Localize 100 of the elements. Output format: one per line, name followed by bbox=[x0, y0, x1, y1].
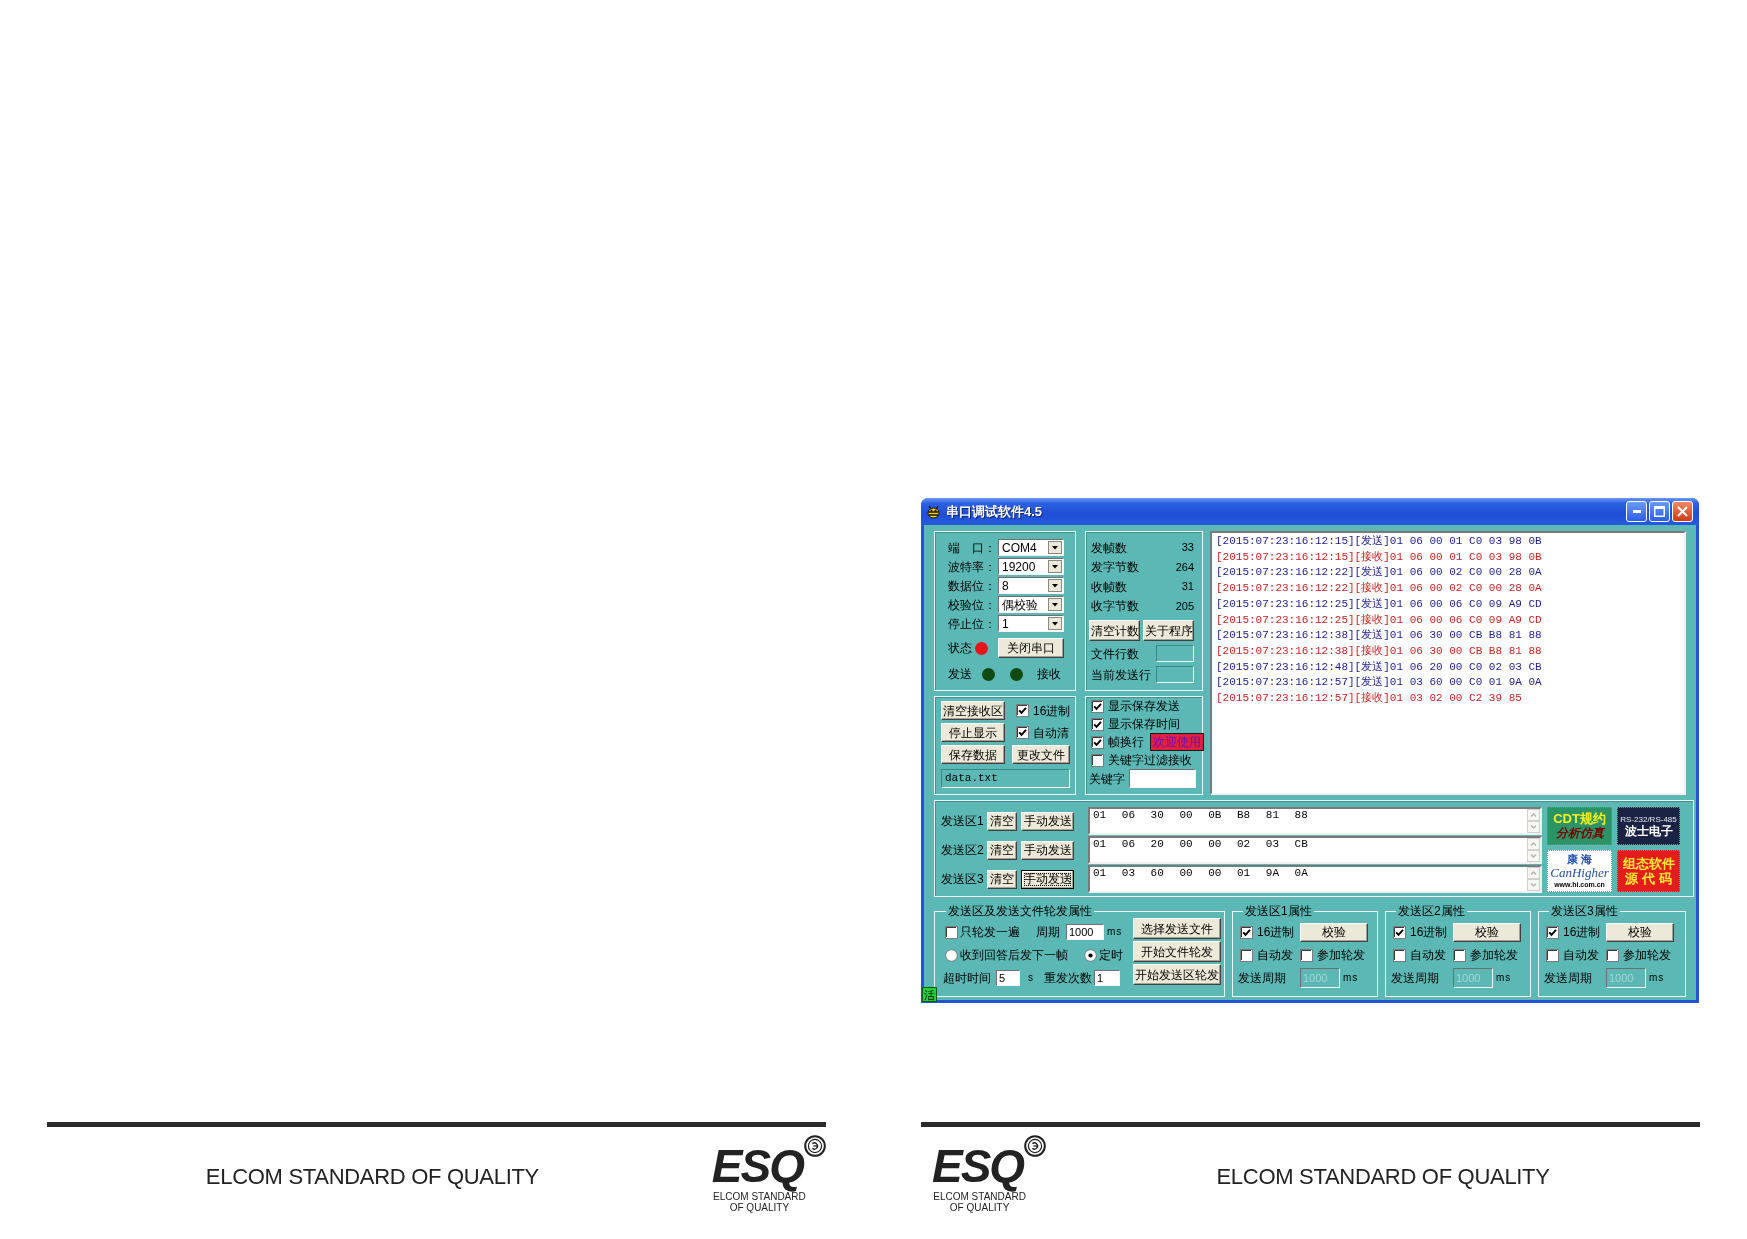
checkbox[interactable] bbox=[1300, 948, 1313, 962]
log-line: [2015:07:23:16:12:22][发送]01 06 00 02 C0 00 28 0A bbox=[1216, 565, 1542, 581]
log-line: [2015:07:23:16:12:15][接收]01 06 00 01 C0 03 98 0B bbox=[1216, 549, 1542, 565]
counter-label: 发字节数 bbox=[1091, 560, 1139, 575]
checkbox[interactable] bbox=[1091, 699, 1104, 713]
readout-field[interactable] bbox=[1156, 645, 1194, 662]
logo-wordmark: ESQ bbox=[931, 1139, 1025, 1192]
scrollbar[interactable] bbox=[1527, 838, 1540, 862]
checkbox-label: 参加轮发 bbox=[1470, 948, 1518, 962]
send-area-label: 发送区2 bbox=[941, 843, 985, 857]
checkbox[interactable] bbox=[1091, 753, 1104, 767]
logo-caption: ELCOM STANDARD bbox=[933, 1191, 1026, 1202]
minimize-icon bbox=[1632, 510, 1641, 513]
dropdown[interactable]: 1 bbox=[998, 615, 1064, 632]
counter-value: 33 bbox=[1181, 541, 1194, 555]
caret-icon[interactable] bbox=[1048, 541, 1062, 554]
counter-value: 31 bbox=[1181, 580, 1194, 594]
close-button[interactable] bbox=[1672, 501, 1693, 522]
unit-label: s bbox=[1028, 972, 1034, 984]
checkbox[interactable] bbox=[1546, 948, 1559, 962]
window-title: 串口调试软件4.5 bbox=[946, 503, 1043, 520]
maximize-icon bbox=[1654, 506, 1665, 517]
save-data-button[interactable]: 保存数据 bbox=[941, 745, 1005, 764]
checkbox[interactable] bbox=[1606, 948, 1619, 962]
checkbox[interactable] bbox=[1240, 925, 1253, 939]
minimize-button[interactable] bbox=[1626, 501, 1647, 522]
scrollbar[interactable] bbox=[1527, 867, 1540, 891]
caret-icon[interactable] bbox=[1048, 579, 1062, 592]
radio-button[interactable] bbox=[945, 948, 958, 962]
scrollbar[interactable] bbox=[1527, 809, 1540, 833]
log-line: [2015:07:23:16:12:57][接收]01 03 02 00 C2 39 85 bbox=[1216, 691, 1522, 707]
dropdown[interactable]: 8 bbox=[998, 577, 1064, 594]
clear-counts-button[interactable]: 清空计数 bbox=[1089, 620, 1140, 641]
caret-icon[interactable] bbox=[1048, 560, 1062, 573]
close-icon bbox=[1677, 506, 1688, 517]
retries-field[interactable]: 1 bbox=[1094, 970, 1120, 986]
group-title: 发送区及发送文件轮发属性 bbox=[947, 904, 1093, 918]
keyword-label: 关键字 bbox=[1089, 771, 1125, 786]
checkbox[interactable] bbox=[1091, 717, 1104, 731]
unit-label: ms bbox=[1649, 972, 1665, 984]
logo-caption: OF QUALITY bbox=[729, 1202, 790, 1213]
footer-text: ELCOM STANDARD OF QUALITY bbox=[1216, 1166, 1550, 1188]
send-data-field[interactable]: 01 06 20 00 00 02 03 CB bbox=[1088, 836, 1542, 864]
send-button[interactable]: 手动发送 bbox=[1021, 840, 1074, 860]
log-line: [2015:07:23:16:12:57][发送]01 03 60 00 C0 01 9A 0A bbox=[1216, 675, 1542, 691]
checkbox[interactable] bbox=[1546, 925, 1559, 939]
checkbox[interactable] bbox=[1016, 704, 1029, 717]
maximize-button[interactable] bbox=[1649, 501, 1670, 522]
change-file-button[interactable]: 更改文件 bbox=[1012, 745, 1070, 764]
select-file-button[interactable]: 选择发送文件 bbox=[1133, 918, 1221, 939]
checkbox[interactable] bbox=[1393, 948, 1406, 962]
checkbox-label: 16进制 bbox=[1410, 925, 1448, 939]
checkbox[interactable] bbox=[1240, 948, 1253, 962]
send-data-field[interactable]: 01 06 30 00 0B B8 81 88 bbox=[1088, 807, 1542, 835]
log-line: [2015:07:23:16:12:38][发送]01 06 30 00 CB B8 81 88 bbox=[1216, 628, 1542, 644]
checkbox-label: 帧换行 bbox=[1108, 735, 1144, 749]
verify-button[interactable]: 校验 bbox=[1300, 922, 1368, 942]
radio-button[interactable] bbox=[1084, 948, 1097, 962]
keyword-field[interactable] bbox=[1129, 769, 1196, 788]
send-button[interactable]: 手动发送 bbox=[1021, 811, 1074, 831]
status-badge: 活 bbox=[922, 987, 937, 1002]
start-area-cycle-button[interactable]: 开始发送区轮发 bbox=[1133, 964, 1221, 985]
checkbox-label: 自动发 bbox=[1257, 948, 1293, 962]
verify-button[interactable]: 校验 bbox=[1453, 922, 1521, 942]
period-field[interactable]: 1000 bbox=[1066, 924, 1104, 940]
filename-field[interactable]: data.txt bbox=[941, 769, 1070, 788]
clear-receive-button[interactable]: 清空接收区 bbox=[941, 701, 1005, 720]
field-label: 发送周期 bbox=[1238, 971, 1287, 985]
start-file-cycle-button[interactable]: 开始文件轮发 bbox=[1133, 941, 1221, 962]
timeout-field[interactable]: 5 bbox=[996, 970, 1020, 986]
group-title: 发送区1属性 bbox=[1244, 904, 1313, 918]
field-label: 波特率： bbox=[948, 559, 997, 574]
clear-button[interactable]: 清空 bbox=[987, 840, 1017, 860]
counter-label: 发帧数 bbox=[1091, 540, 1127, 555]
clear-button[interactable]: 清空 bbox=[987, 811, 1017, 831]
close-port-button[interactable]: 关闭串口 bbox=[998, 638, 1064, 658]
ad-banner-link[interactable]: RS-232/RS-485 波士电子 bbox=[1617, 807, 1680, 845]
checkbox-label: 显示保存时间 bbox=[1108, 717, 1180, 731]
clear-button[interactable]: 清空 bbox=[987, 869, 1017, 889]
send-data-field[interactable]: 01 03 60 00 00 01 9A 0A bbox=[1088, 865, 1542, 893]
dropdown[interactable]: 偶校验 bbox=[998, 596, 1064, 613]
status-label: 状态 bbox=[948, 641, 973, 655]
dropdown[interactable]: COM4 bbox=[998, 539, 1064, 556]
caret-icon[interactable] bbox=[1048, 617, 1062, 630]
field-label: 数据位： bbox=[948, 578, 997, 593]
ad-banner-link[interactable]: 组态软件 源 代 码 bbox=[1617, 850, 1680, 892]
stop-display-button[interactable]: 停止显示 bbox=[941, 723, 1005, 742]
checkbox[interactable] bbox=[1393, 925, 1406, 939]
checkbox[interactable] bbox=[1453, 948, 1466, 962]
checkbox[interactable] bbox=[1091, 735, 1104, 749]
logo-caption: ELCOM STANDARD bbox=[713, 1191, 806, 1202]
field-label: 发送周期 bbox=[1391, 971, 1440, 985]
readout-field[interactable] bbox=[1156, 666, 1194, 683]
logo-caption: OF QUALITY bbox=[949, 1202, 1010, 1213]
verify-button[interactable]: 校验 bbox=[1606, 922, 1674, 942]
dropdown[interactable]: 19200 bbox=[998, 558, 1064, 575]
caret-icon[interactable] bbox=[1048, 598, 1062, 611]
about-button[interactable]: 关于程序 bbox=[1143, 620, 1194, 641]
checkbox[interactable] bbox=[945, 925, 958, 939]
checkbox[interactable] bbox=[1016, 726, 1029, 739]
